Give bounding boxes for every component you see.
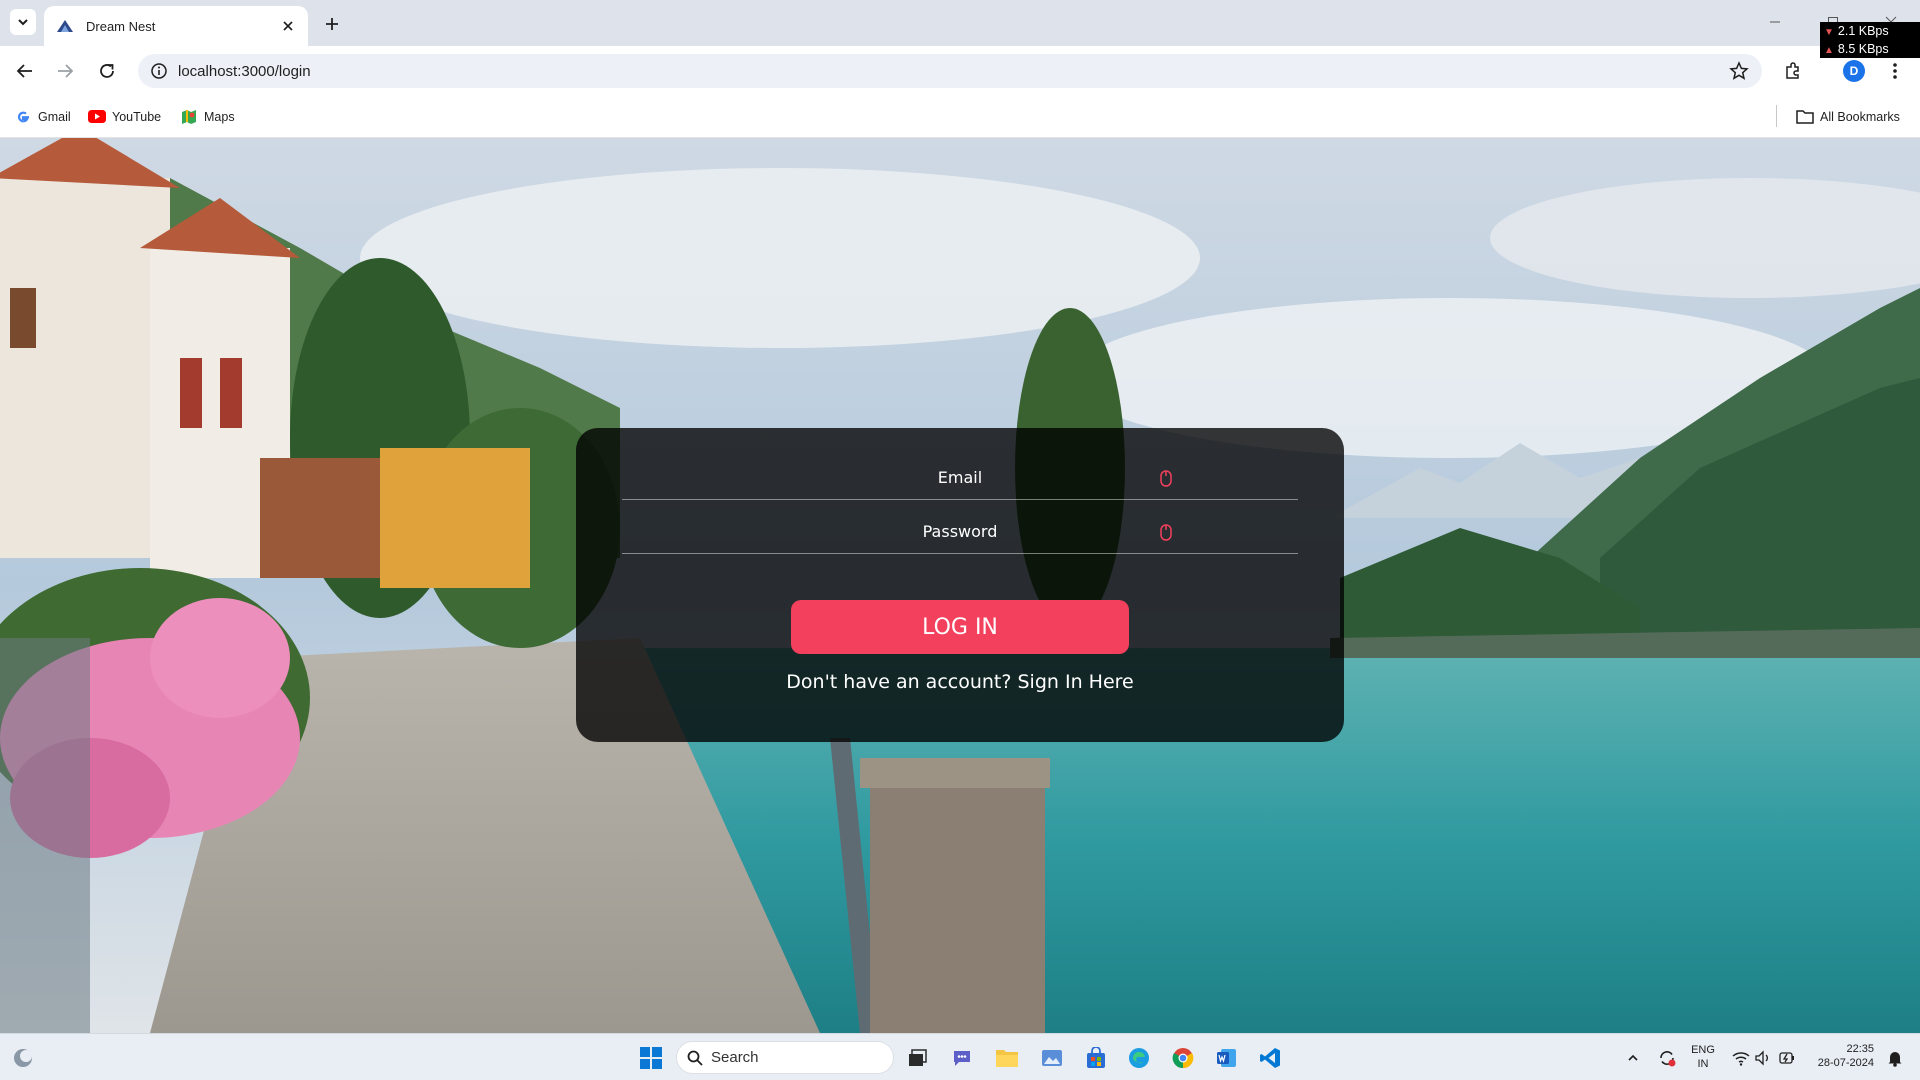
edge-button[interactable] bbox=[1124, 1043, 1154, 1073]
youtube-icon bbox=[88, 108, 106, 126]
star-icon bbox=[1729, 61, 1749, 80]
mouse-icon bbox=[1160, 524, 1172, 541]
search-icon bbox=[687, 1050, 703, 1066]
all-bookmarks-button[interactable]: All Bookmarks bbox=[1796, 106, 1900, 128]
file-explorer-button[interactable] bbox=[992, 1043, 1022, 1073]
more-vertical-icon bbox=[1893, 63, 1897, 79]
bookmark-label: YouTube bbox=[112, 110, 162, 124]
tab-title: Dream Nest bbox=[86, 18, 156, 34]
reload-icon bbox=[100, 64, 114, 78]
language-code: ENG bbox=[1691, 1044, 1715, 1056]
new-tab-button[interactable] bbox=[318, 10, 346, 38]
chevron-down-icon bbox=[18, 19, 28, 26]
widgets-button[interactable] bbox=[8, 1043, 38, 1073]
teams-chat-button[interactable] bbox=[947, 1043, 977, 1073]
email-field bbox=[622, 456, 1298, 500]
google-icon bbox=[14, 108, 32, 126]
login-button[interactable]: LOG IN bbox=[791, 600, 1129, 654]
taskbar-search-box[interactable]: Search bbox=[676, 1041, 894, 1074]
bookmark-label: Gmail bbox=[38, 110, 71, 124]
photos-icon bbox=[1042, 1050, 1062, 1066]
password-field bbox=[622, 510, 1298, 554]
address-bar[interactable]: localhost:3000/login bbox=[138, 54, 1762, 88]
puzzle-icon bbox=[1786, 62, 1799, 79]
chrome-button[interactable] bbox=[1168, 1043, 1198, 1073]
maps-icon bbox=[180, 108, 198, 126]
input-language-indicator[interactable]: ENG IN bbox=[1688, 1043, 1718, 1071]
minimize-icon bbox=[1770, 21, 1780, 23]
chat-icon bbox=[954, 1051, 970, 1066]
battery-charging-icon bbox=[1779, 1052, 1794, 1064]
login-form-card: LOG IN Don't have an account? Sign In He… bbox=[576, 428, 1344, 742]
upload-speed: 8.5 KBps bbox=[1837, 42, 1889, 56]
microsoft-store-button[interactable] bbox=[1081, 1043, 1111, 1073]
site-info-icon[interactable] bbox=[148, 60, 170, 82]
extensions-button[interactable] bbox=[1778, 56, 1808, 86]
bookmarks-divider bbox=[1776, 105, 1777, 127]
edge-icon bbox=[1129, 1048, 1149, 1068]
bookmarks-bar: Gmail YouTube Maps All Bookmarks bbox=[0, 96, 1920, 138]
sync-icon bbox=[1660, 1051, 1676, 1067]
folder-icon bbox=[996, 1050, 1018, 1067]
search-placeholder: Search bbox=[711, 1049, 759, 1066]
network-speed-widget: ▼ 2.1 KBps ▲ 8.5 KBps bbox=[1820, 22, 1920, 58]
download-arrow-icon: ▼ bbox=[1824, 27, 1834, 38]
back-button[interactable] bbox=[10, 56, 40, 86]
word-icon bbox=[1217, 1049, 1236, 1067]
photos-button[interactable] bbox=[1037, 1043, 1067, 1073]
bookmark-youtube[interactable]: YouTube bbox=[88, 106, 161, 128]
store-icon bbox=[1087, 1047, 1105, 1068]
windows-taskbar: Search ENG IN 22:35 28-07-2024 bbox=[0, 1033, 1920, 1080]
clock-time: 22:35 bbox=[1846, 1043, 1874, 1055]
vscode-icon bbox=[1260, 1048, 1280, 1068]
forward-button[interactable] bbox=[50, 56, 80, 86]
folder-icon bbox=[1796, 108, 1814, 126]
download-speed: 2.1 KBps bbox=[1837, 24, 1889, 38]
mouse-icon bbox=[1160, 470, 1172, 487]
forward-arrow-icon bbox=[58, 64, 74, 78]
plus-icon bbox=[326, 18, 338, 30]
system-clock[interactable]: 22:35 28-07-2024 bbox=[1818, 1042, 1874, 1070]
chevron-up-icon bbox=[1628, 1054, 1638, 1061]
vscode-button[interactable] bbox=[1255, 1043, 1285, 1073]
bookmark-label: Maps bbox=[204, 110, 235, 124]
browser-toolbar: localhost:3000/login D bbox=[0, 46, 1920, 96]
signup-link[interactable]: Don't have an account? Sign In Here bbox=[576, 671, 1344, 693]
bell-icon bbox=[1888, 1052, 1902, 1067]
password-input[interactable] bbox=[622, 510, 1298, 553]
bookmark-maps[interactable]: Maps bbox=[180, 106, 235, 128]
word-button[interactable] bbox=[1212, 1043, 1242, 1073]
login-page: LOG IN Don't have an account? Sign In He… bbox=[0, 138, 1920, 1033]
task-view-icon bbox=[909, 1049, 927, 1066]
bookmark-gmail[interactable]: Gmail bbox=[14, 106, 71, 128]
bookmark-star-button[interactable] bbox=[1722, 54, 1756, 88]
reload-button[interactable] bbox=[92, 56, 122, 86]
clock-date: 28-07-2024 bbox=[1817, 1057, 1874, 1069]
start-button[interactable] bbox=[636, 1043, 666, 1073]
sync-status-button[interactable] bbox=[1652, 1043, 1682, 1073]
show-hidden-icons-button[interactable] bbox=[1618, 1043, 1648, 1073]
speaker-icon bbox=[1755, 1050, 1768, 1066]
dream-nest-favicon-icon bbox=[57, 20, 73, 32]
tab-search-button[interactable] bbox=[10, 9, 36, 35]
windows-logo-icon bbox=[640, 1047, 662, 1069]
menu-button[interactable] bbox=[1880, 56, 1910, 86]
tab-bar: Dream Nest bbox=[0, 0, 1920, 46]
chrome-icon bbox=[1172, 1048, 1194, 1069]
back-arrow-icon bbox=[16, 64, 32, 78]
upload-arrow-icon: ▲ bbox=[1824, 45, 1834, 56]
all-bookmarks-label: All Bookmarks bbox=[1820, 110, 1900, 124]
weather-widget-icon bbox=[14, 1049, 32, 1067]
close-tab-icon[interactable] bbox=[278, 16, 298, 36]
notifications-button[interactable] bbox=[1880, 1043, 1910, 1073]
tab-dream-nest[interactable]: Dream Nest bbox=[44, 6, 308, 46]
battery-status[interactable] bbox=[1772, 1043, 1802, 1073]
minimize-button[interactable] bbox=[1746, 0, 1804, 44]
task-view-button[interactable] bbox=[902, 1043, 932, 1073]
avatar: D bbox=[1843, 60, 1865, 82]
email-input[interactable] bbox=[622, 456, 1298, 499]
region-code: IN bbox=[1697, 1058, 1709, 1070]
profile-button[interactable]: D bbox=[1839, 56, 1869, 86]
url-text: localhost:3000/login bbox=[178, 62, 311, 80]
